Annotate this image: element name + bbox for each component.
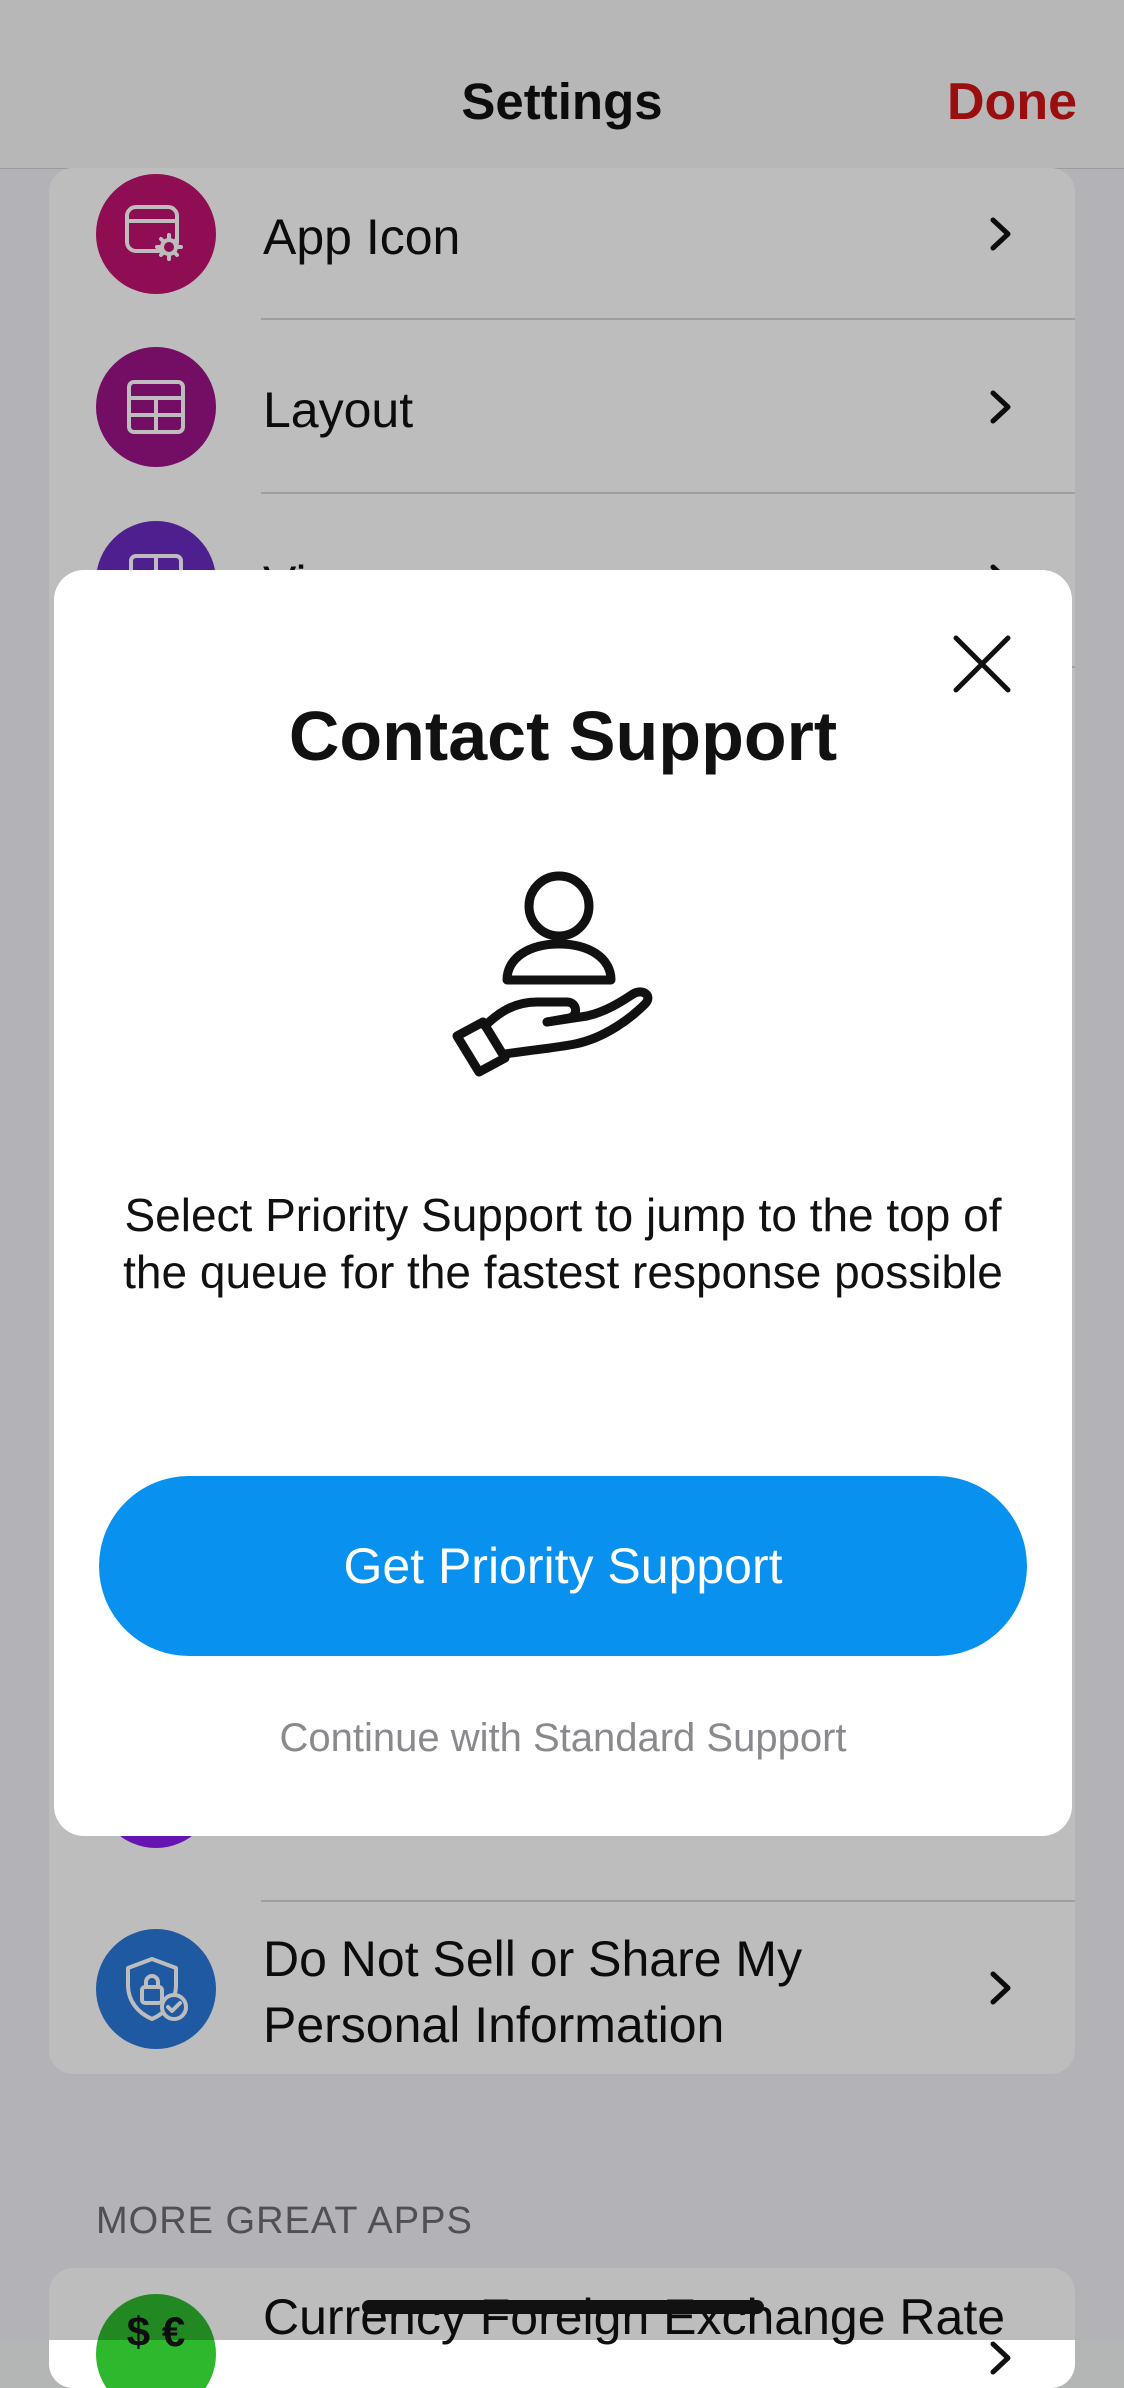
close-icon[interactable] (946, 628, 1018, 700)
contact-support-modal: Contact Support Select Priority Support … (54, 570, 1072, 1836)
chevron-right-icon (990, 2341, 1011, 2375)
get-priority-support-button[interactable]: Get Priority Support (99, 1476, 1027, 1656)
home-indicator[interactable] (362, 2300, 764, 2314)
modal-message: Select Priority Support to jump to the t… (123, 1189, 1003, 1298)
continue-standard-support-link[interactable]: Continue with Standard Support (54, 1716, 1072, 1761)
modal-title: Contact Support (288, 697, 838, 775)
person-in-hand-icon (452, 871, 653, 1077)
